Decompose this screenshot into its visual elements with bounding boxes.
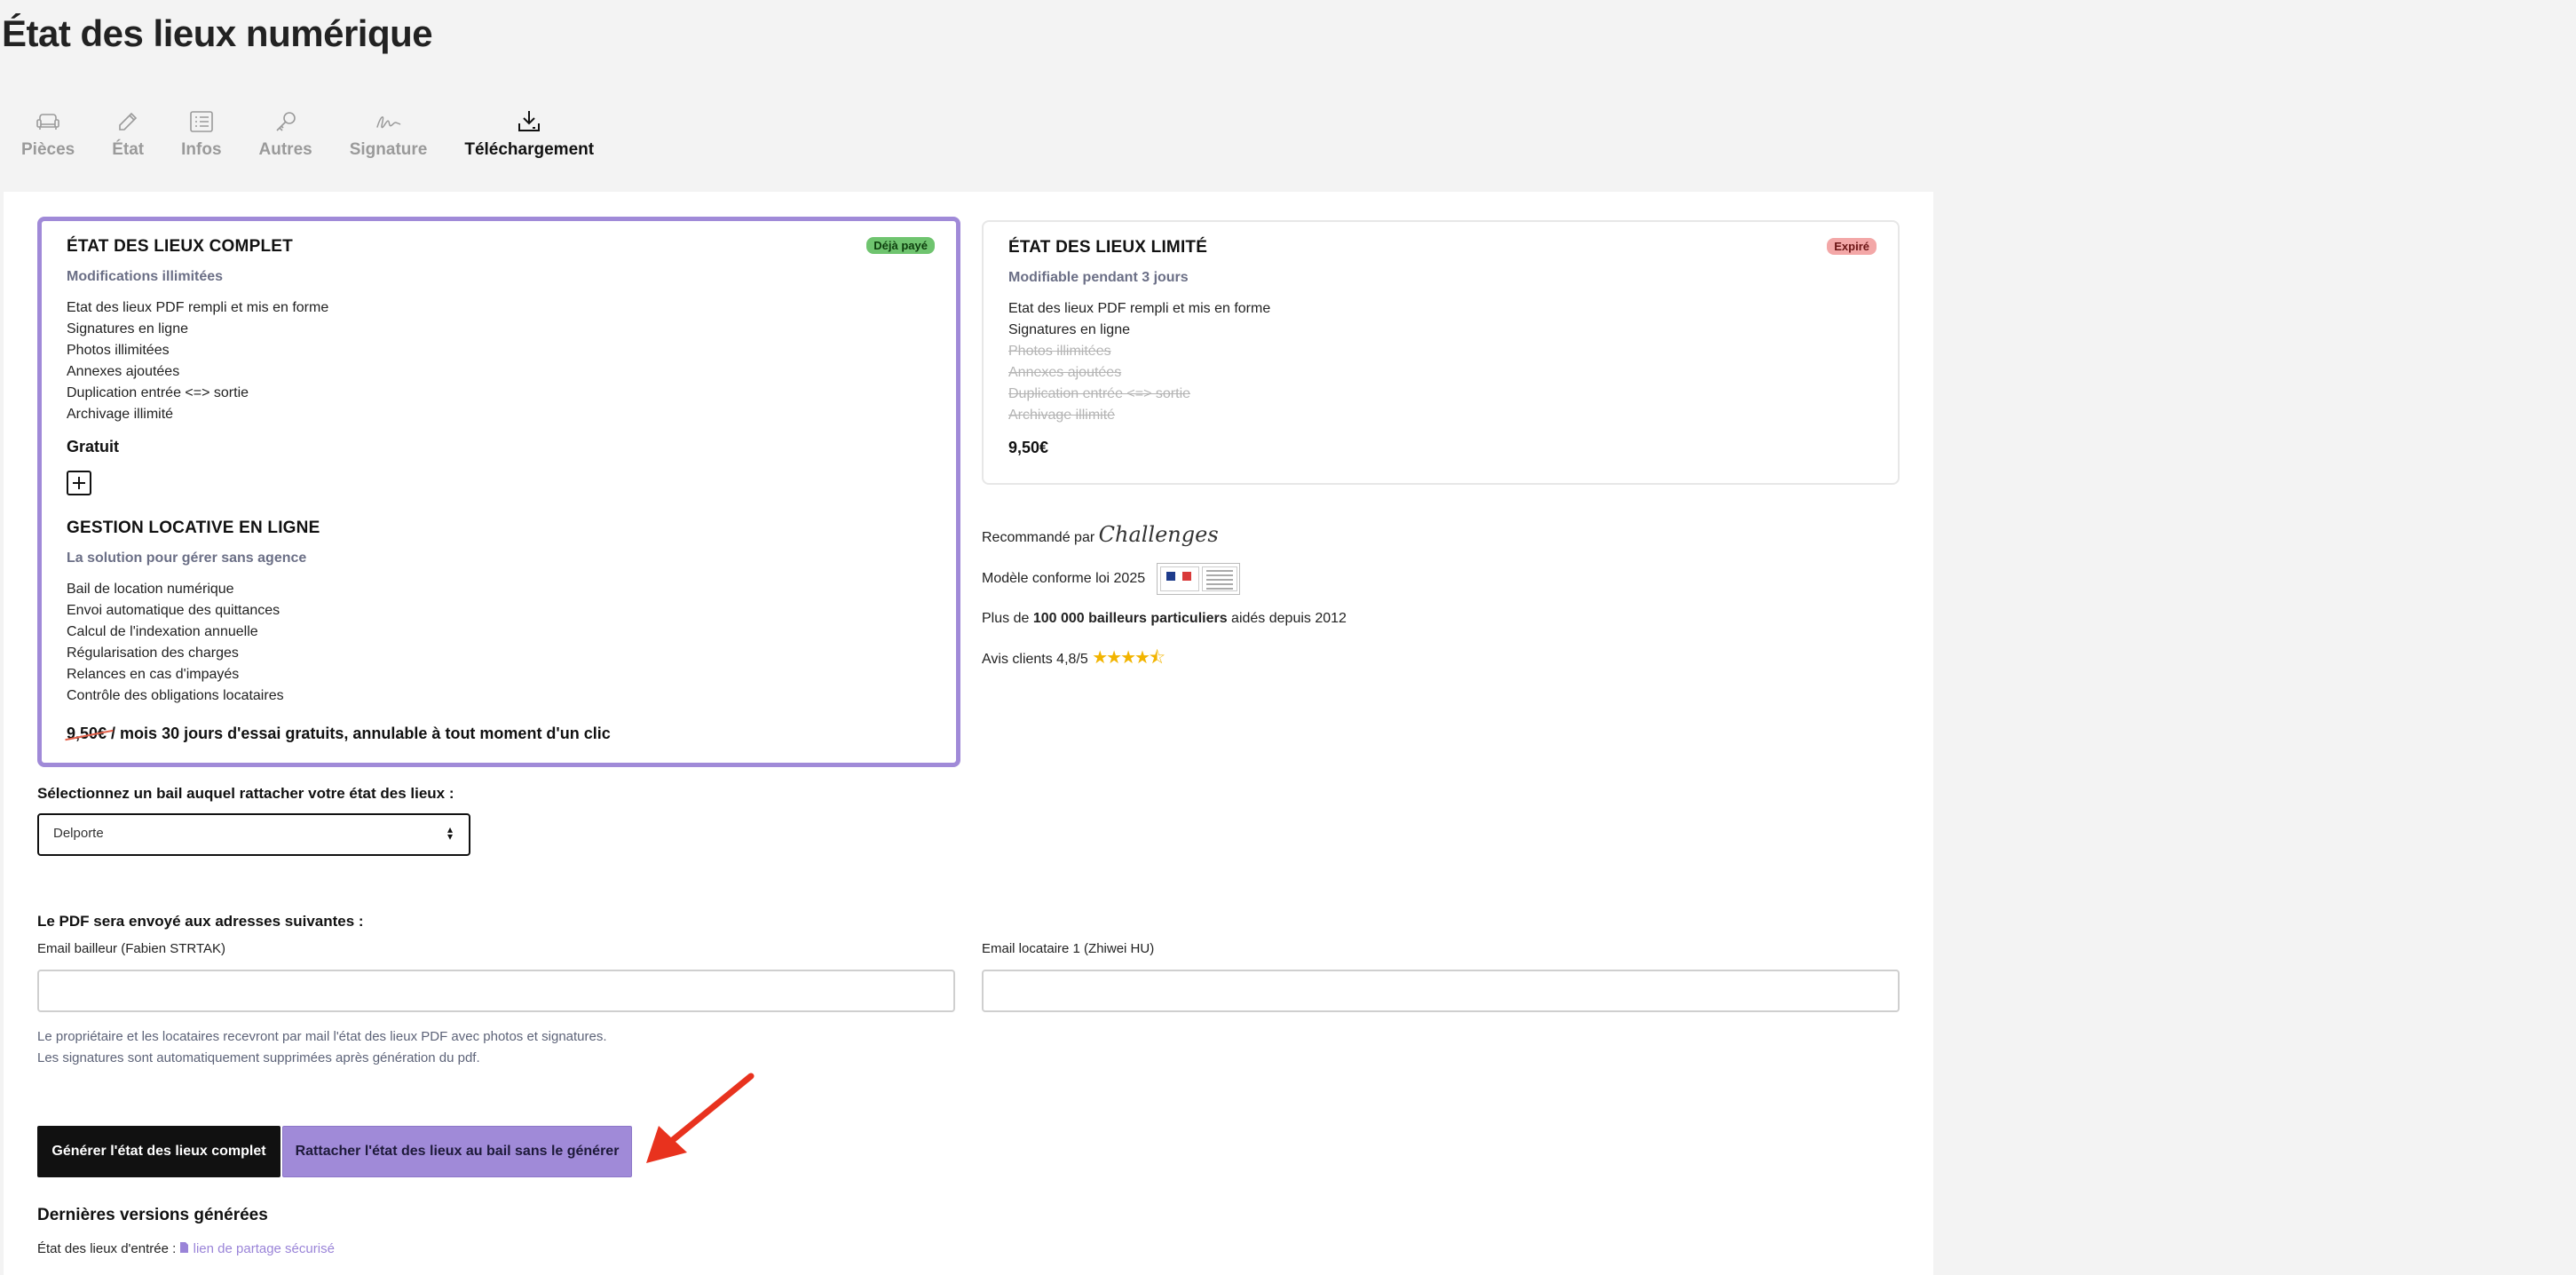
unavailable-feature-item: Photos illimitées (1008, 344, 1111, 359)
feature-item: Signatures en ligne (1008, 322, 1130, 337)
limited-feature-list: Etat des lieux PDF rempli et mis en form… (1008, 298, 1873, 426)
plus-square-icon[interactable] (67, 471, 91, 495)
feature-item: Etat des lieux PDF rempli et mis en form… (1008, 301, 1271, 316)
feature-item: Envoi automatique des quittances (67, 603, 281, 618)
tab-label: Téléchargement (464, 140, 595, 159)
complete-card-subtitle: Modifications illimitées (67, 269, 224, 284)
gestion-feature-list: Bail de location numérique Envoi automat… (67, 579, 931, 707)
paid-badge: Déjà payé (866, 237, 935, 254)
bailleurs-count: Plus de 100 000 bailleurs particuliers a… (982, 611, 1347, 627)
expired-badge: Expiré (1827, 238, 1877, 255)
versions-title: Dernières versions générées (37, 1206, 268, 1224)
feature-item: Calcul de l'indexation annuelle (67, 624, 258, 639)
key-icon (273, 108, 299, 135)
feature-item: Relances en cas d'impayés (67, 667, 240, 682)
file-icon (180, 1242, 189, 1253)
challenges-logo: Challenges (1098, 522, 1219, 547)
unavailable-feature-item: Annexes ajoutées (1008, 365, 1122, 380)
tab-bar: Pièces État Infos Autres Signature Téléc… (21, 108, 631, 160)
bailleurs-suffix: aidés depuis 2012 (1227, 611, 1347, 626)
select-arrows-icon: ▴ ▾ (446, 823, 453, 843)
list-icon (188, 108, 215, 135)
feature-item: Signatures en ligne (67, 321, 188, 337)
bailleurs-bold: 100 000 bailleurs particuliers (1032, 611, 1228, 626)
limited-offer-card[interactable]: Expiré ÉTAT DES LIEUX LIMITÉ Modifiable … (982, 220, 1900, 485)
feature-item: Contrôle des obligations locataires (67, 688, 284, 703)
tab-etat[interactable]: État (112, 108, 144, 160)
pencil-icon (115, 108, 141, 135)
red-arrow-annotation (646, 1073, 755, 1163)
feature-item: Duplication entrée <=> sortie (67, 385, 249, 400)
signature-icon (375, 108, 402, 135)
secure-share-link-text: lien de partage sécurisé (193, 1241, 335, 1256)
conformity-row: Modèle conforme loi 2025 (982, 563, 1240, 595)
secure-share-link[interactable]: lien de partage sécurisé (179, 1241, 335, 1256)
complete-card-title: ÉTAT DES LIEUX COMPLET (67, 237, 293, 256)
tab-autres[interactable]: Autres (259, 108, 312, 160)
customer-reviews: Avis clients 4,8/5 ★★★★⯪ (982, 645, 1166, 675)
recommended-label: Recommandé par (982, 530, 1095, 545)
limited-price: 9,50€ (1008, 439, 1049, 456)
generate-button[interactable]: Générer l'état des lieux complet (37, 1126, 281, 1177)
reviews-label: Avis clients 4,8/5 (982, 652, 1088, 668)
trial-text: / mois 30 jours d'essai gratuits, annula… (107, 725, 611, 742)
tab-label: Autres (258, 140, 312, 159)
landlord-email-field[interactable] (37, 970, 955, 1012)
landlord-email-label: Email bailleur (Fabien STRTAK) (37, 941, 226, 956)
limited-card-title: ÉTAT DES LIEUX LIMITÉ (1008, 238, 1208, 257)
complete-offer-card[interactable]: Déjà payé ÉTAT DES LIEUX COMPLET Modific… (37, 217, 960, 767)
download-icon (516, 108, 542, 135)
gestion-trial-offer: 9,50€ / mois 30 jours d'essai gratuits, … (67, 725, 931, 743)
help-line: Le propriétaire et les locataires recevr… (37, 1029, 607, 1044)
feature-item: Archivage illimité (67, 407, 174, 422)
tab-pieces[interactable]: Pièces (21, 108, 75, 160)
sofa-icon (35, 108, 61, 135)
unavailable-feature-item: Archivage illimité (1008, 408, 1116, 423)
feature-item: Annexes ajoutées (67, 364, 180, 379)
main-panel: Déjà payé ÉTAT DES LIEUX COMPLET Modific… (4, 192, 1933, 1275)
limited-card-subtitle: Modifiable pendant 3 jours (1008, 270, 1189, 285)
gestion-title: GESTION LOCATIVE EN LIGNE (67, 519, 320, 537)
version-entry-row: État des lieux d'entrée : lien de partag… (37, 1241, 335, 1256)
attach-without-generating-button[interactable]: Rattacher l'état des lieux au bail sans … (282, 1126, 632, 1177)
complete-price: Gratuit (67, 438, 120, 455)
bail-select-label: Sélectionnez un bail auquel rattacher vo… (37, 785, 454, 802)
feature-item: Régularisation des charges (67, 645, 239, 661)
feature-item: Photos illimitées (67, 343, 170, 358)
bailleurs-prefix: Plus de (982, 611, 1033, 626)
feature-item: Bail de location numérique (67, 582, 234, 597)
complete-feature-list: Etat des lieux PDF rempli et mis en form… (67, 297, 931, 425)
republique-francaise-logo (1156, 563, 1240, 595)
tab-telechargement[interactable]: Téléchargement (464, 108, 594, 160)
pdf-recipients-label: Le PDF sera envoyé aux adresses suivante… (37, 913, 364, 930)
conforme-label: Modèle conforme loi 2025 (982, 571, 1146, 587)
feature-item: Etat des lieux PDF rempli et mis en form… (67, 300, 329, 315)
pdf-help-text: Le propriétaire et les locataires recevr… (37, 1026, 607, 1069)
tab-label: Infos (181, 140, 222, 159)
gestion-subtitle: La solution pour gérer sans agence (67, 550, 307, 566)
star-rating-icon: ★★★★⯪ (1092, 648, 1166, 668)
tab-label: État (112, 140, 145, 159)
tab-label: Pièces (21, 140, 75, 159)
bail-select[interactable]: Delporte ▴ ▾ (37, 813, 470, 856)
tenant-email-label: Email locataire 1 (Zhiwei HU) (982, 941, 1155, 956)
old-price: 9,50€ (67, 725, 107, 742)
tab-label: Signature (349, 140, 428, 159)
tenant-email-field[interactable] (982, 970, 1900, 1012)
bail-select-value: Delporte (53, 826, 104, 841)
unavailable-feature-item: Duplication entrée <=> sortie (1008, 386, 1191, 401)
tab-signature[interactable]: Signature (349, 108, 428, 160)
recommended-by: Recommandé par Challenges (982, 522, 1219, 547)
version-entry-label: État des lieux d'entrée : (37, 1241, 180, 1256)
tab-infos[interactable]: Infos (181, 108, 222, 160)
page-title: État des lieux numérique (2, 12, 433, 54)
help-line: Les signatures sont automatiquement supp… (37, 1050, 480, 1065)
